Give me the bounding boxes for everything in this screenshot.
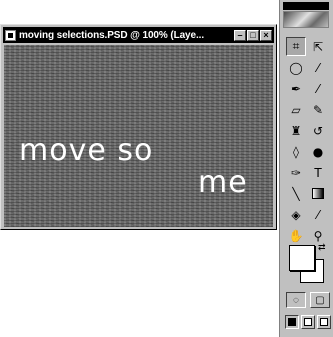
tool-row: ◊ ● — [286, 142, 330, 163]
title-bar[interactable]: moving selections.PSD @ 100% (Laye... – … — [3, 27, 274, 43]
full-screen-menu-icon — [304, 318, 312, 326]
full-screen-icon — [320, 318, 328, 326]
gradient-tool-button[interactable] — [308, 184, 328, 203]
magic-wand-tool-button[interactable]: ⁄ — [308, 58, 328, 77]
standard-screen-mode-button[interactable] — [285, 315, 299, 329]
tool-row: ⌗ ⇱ — [286, 37, 330, 58]
maximize-button[interactable]: □ — [247, 29, 259, 41]
mask-mode-row: ◌ ▢ — [286, 292, 330, 308]
foreground-color-swatch[interactable] — [289, 245, 315, 271]
quick-mask-icon: ▢ — [315, 294, 325, 306]
eraser-icon: ▱ — [291, 102, 301, 117]
magic-wand-icon: ⁄ — [316, 60, 319, 75]
pencil-icon: ✎ — [312, 102, 324, 117]
tool-row: ✑ T — [286, 163, 330, 184]
crop-icon: ⌗ — [292, 39, 300, 53]
lasso-tool-button[interactable]: ◯ — [286, 58, 306, 77]
line-tool-button[interactable]: ╲ — [286, 184, 306, 203]
standard-mode-icon: ◌ — [293, 294, 299, 306]
document-icon[interactable] — [5, 29, 16, 41]
tool-row: ◯ ⁄ — [286, 58, 330, 79]
canvas-text-part-1: move so — [19, 133, 154, 168]
rubber-stamp-icon: ♜ — [290, 123, 302, 138]
blur-icon: ◊ — [293, 144, 299, 159]
tool-row: ✒ ⁄ — [286, 79, 330, 100]
pen-icon: ✑ — [290, 165, 302, 180]
eyedropper-icon: ⁄ — [316, 207, 319, 222]
eyedropper-tool-button[interactable]: ⁄ — [308, 205, 328, 224]
toolbox-palette: ⌗ ⇱ ◯ ⁄ ✒ ⁄ ▱ ✎ ♜ ↺ ◊ ● ✑ T ╲ ◈ ⁄ ✋ ⚲ ⇄ ◌ ▢ — [279, 0, 333, 337]
full-screen-menu-mode-button[interactable] — [301, 315, 315, 329]
history-brush-icon: ↺ — [312, 123, 324, 138]
toolbox-title-bar[interactable] — [283, 2, 329, 10]
paintbrush-tool-button[interactable]: ⁄ — [308, 79, 328, 98]
tool-row: ▱ ✎ — [286, 100, 330, 121]
eraser-tool-button[interactable]: ▱ — [286, 100, 306, 119]
paint-bucket-icon: ◈ — [291, 207, 301, 222]
full-screen-mode-button[interactable] — [317, 315, 331, 329]
pen-tool-button[interactable]: ✑ — [286, 163, 306, 182]
paint-bucket-tool-button[interactable]: ◈ — [286, 205, 306, 224]
image-canvas[interactable]: move so me — [4, 45, 273, 227]
zoom-icon: ⚲ — [313, 228, 323, 243]
document-window: moving selections.PSD @ 100% (Laye... – … — [0, 24, 277, 230]
tool-row: ♜ ↺ — [286, 121, 330, 142]
quick-mask-mode-button[interactable]: ▢ — [310, 292, 330, 308]
paintbrush-icon: ⁄ — [316, 81, 319, 96]
line-icon: ╲ — [292, 186, 300, 201]
rubber-stamp-tool-button[interactable]: ♜ — [286, 121, 306, 140]
hand-icon: ✋ — [288, 228, 304, 243]
airbrush-tool-button[interactable]: ✒ — [286, 79, 306, 98]
screen-mode-row — [285, 315, 331, 329]
close-button[interactable]: × — [260, 29, 272, 41]
photoshop-logo[interactable] — [283, 11, 329, 28]
burn-icon: ● — [312, 144, 324, 159]
tool-row: ╲ — [286, 184, 330, 205]
history-brush-tool-button[interactable]: ↺ — [308, 121, 328, 140]
tool-grid: ⌗ ⇱ ◯ ⁄ ✒ ⁄ ▱ ✎ ♜ ↺ ◊ ● ✑ T ╲ ◈ ⁄ ✋ ⚲ — [286, 37, 330, 247]
standard-screen-icon — [288, 318, 296, 326]
pencil-tool-button[interactable]: ✎ — [308, 100, 328, 119]
move-tool-button[interactable]: ⇱ — [308, 37, 328, 56]
lasso-icon: ◯ — [289, 60, 303, 75]
document-title: moving selections.PSD @ 100% (Laye... — [19, 29, 205, 41]
standard-mode-button[interactable]: ◌ — [286, 292, 306, 308]
swap-colors-icon[interactable]: ⇄ — [318, 242, 326, 253]
tool-row: ◈ ⁄ — [286, 205, 330, 226]
gradient-icon — [312, 188, 324, 199]
burn-tool-button[interactable]: ● — [308, 142, 328, 161]
blur-tool-button[interactable]: ◊ — [286, 142, 306, 161]
color-swatches: ⇄ — [288, 242, 330, 285]
airbrush-icon: ✒ — [290, 81, 302, 96]
canvas-text-part-2[interactable]: me — [198, 168, 248, 198]
type-icon: T — [314, 165, 322, 180]
crop-tool-button[interactable]: ⌗ — [286, 37, 306, 56]
minimize-button[interactable]: – — [234, 29, 246, 41]
move-icon: ⇱ — [312, 39, 324, 54]
type-tool-button[interactable]: T — [308, 163, 328, 182]
